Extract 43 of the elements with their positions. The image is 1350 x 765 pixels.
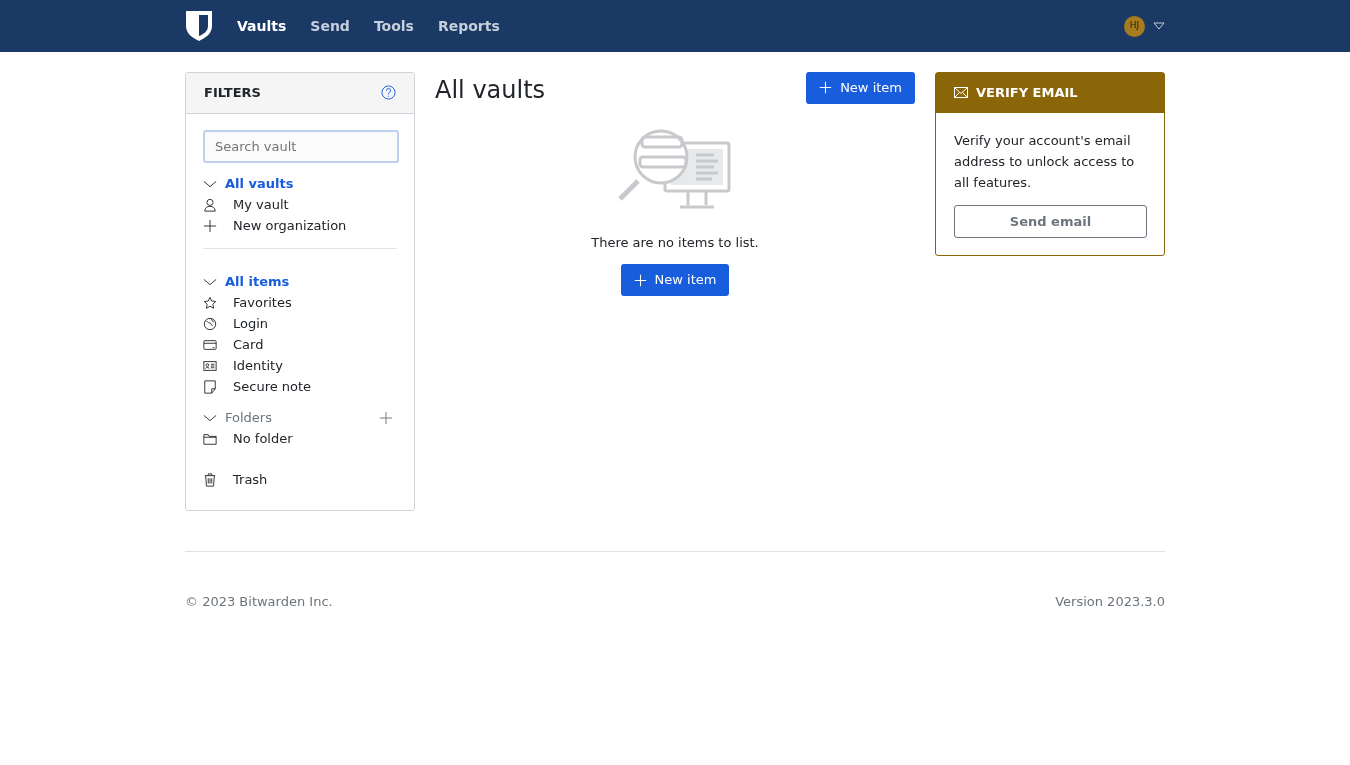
trash-icon [203, 472, 217, 487]
new-item-button[interactable]: New item [806, 72, 915, 104]
filter-item[interactable]: No folder [203, 428, 397, 449]
filter-item[interactable]: All vaults [203, 173, 397, 194]
send-email-button[interactable]: Send email [954, 204, 1147, 238]
page-title: All vaults [435, 76, 546, 105]
plus-icon [203, 218, 217, 233]
id-card-icon [203, 358, 217, 373]
verify-title: VERIFY EMAIL [976, 84, 1078, 102]
shield-logo-icon[interactable] [185, 10, 213, 42]
filter-item[interactable]: Folders [203, 407, 397, 428]
folder-icon [203, 431, 217, 446]
filter-item[interactable]: Trash [203, 469, 397, 490]
avatar[interactable]: HJ [1124, 15, 1145, 37]
filters-title: FILTERS [204, 84, 261, 102]
star-icon [203, 295, 217, 310]
person-icon [203, 197, 217, 212]
filter-item[interactable]: Favorites [203, 292, 397, 313]
caret-icon[interactable] [1153, 22, 1165, 30]
nav-link[interactable]: Send [310, 15, 350, 37]
globe-icon [203, 316, 217, 331]
filter-item[interactable]: Login [203, 313, 397, 334]
empty-message: There are no items to list. [591, 233, 759, 252]
filter-item[interactable]: Card [203, 334, 397, 355]
filter-item[interactable]: My vault [203, 194, 397, 215]
plus-icon [819, 81, 833, 95]
filter-item[interactable]: New organization [203, 215, 397, 236]
nav-link[interactable]: Vaults [237, 15, 287, 37]
search-field[interactable]: Search vault [203, 129, 399, 163]
copyright-text: © 2023 Bitwarden Inc. [185, 593, 333, 611]
help-icon[interactable] [381, 85, 396, 101]
verify-message: Verify your account's email address to unlock access to all features. [954, 131, 1136, 192]
version-text: Version 2023.3.0 [1055, 593, 1165, 611]
plus-icon [633, 273, 647, 287]
note-icon [203, 379, 217, 394]
nav-link[interactable]: Tools [373, 15, 414, 37]
filter-item[interactable]: Identity [203, 355, 397, 376]
filter-item[interactable]: All items [203, 271, 397, 292]
filter-item[interactable]: Secure note [203, 376, 397, 397]
card-icon [203, 337, 217, 352]
nav-link[interactable]: Reports [437, 15, 500, 37]
new-item-button[interactable]: New item [620, 264, 730, 296]
mail-icon [954, 87, 968, 99]
